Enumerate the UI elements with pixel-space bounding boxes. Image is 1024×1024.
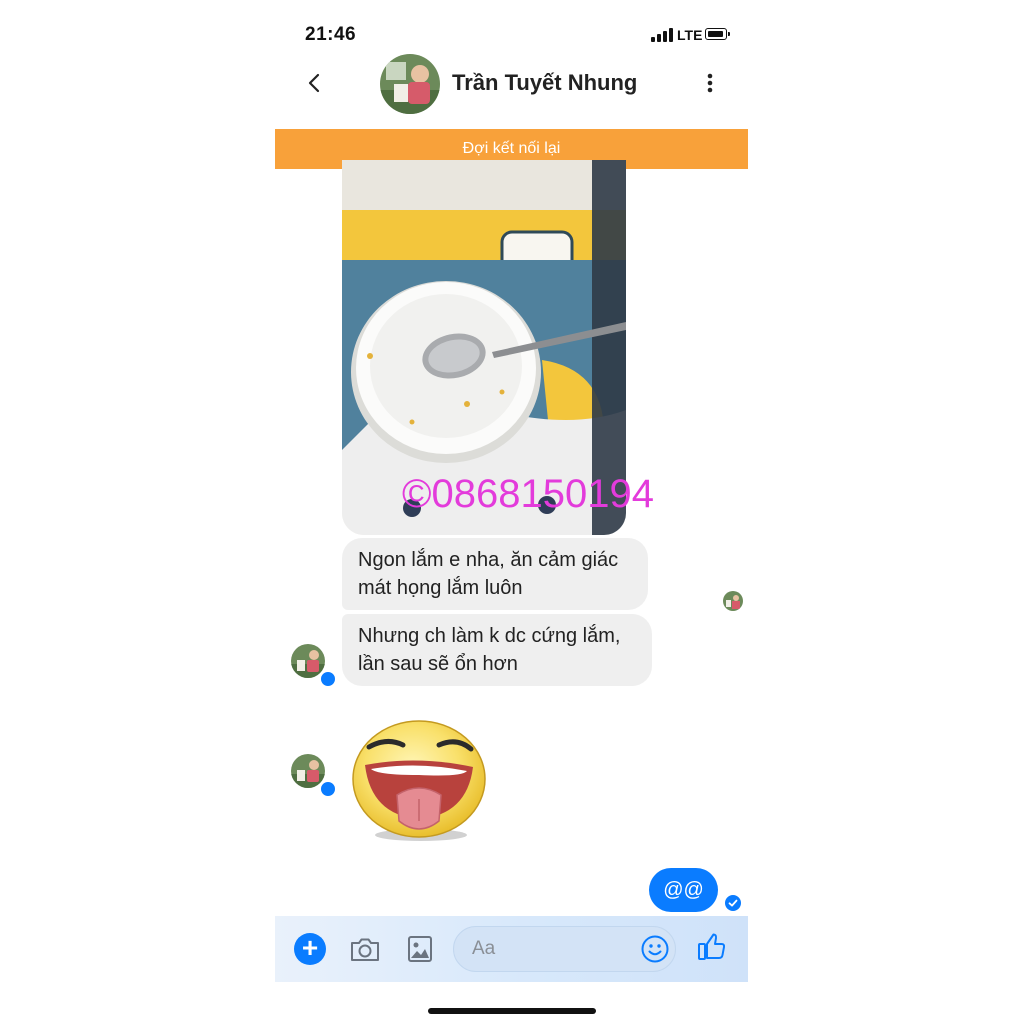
messenger-badge-icon (319, 780, 337, 798)
add-icon[interactable]: + (294, 933, 326, 965)
back-icon[interactable] (300, 68, 330, 98)
messenger-badge-icon (319, 670, 337, 688)
signal-icon (651, 28, 673, 42)
home-indicator[interactable] (428, 1008, 596, 1014)
message-bubble-incoming[interactable]: Nhưng ch làm k dc cứng lắm, lần sau sẽ ổ… (342, 614, 652, 686)
camera-icon[interactable] (349, 934, 381, 964)
seen-avatar (723, 591, 743, 611)
more-options-icon[interactable] (700, 68, 720, 98)
watermark-text: ©0868150194 (402, 472, 654, 516)
contact-avatar[interactable] (380, 54, 440, 114)
message-bubble-outgoing[interactable]: @@ (649, 868, 718, 912)
message-input-placeholder: Aa (472, 938, 496, 959)
message-bubble-incoming[interactable]: Ngon lắm e nha, ăn cảm giác mát họng lắm… (342, 538, 648, 610)
thumbs-up-icon[interactable] (697, 931, 727, 963)
network-type: LTE (677, 27, 703, 43)
contact-name[interactable]: Trần Tuyết Nhung (452, 70, 637, 96)
gallery-icon[interactable] (406, 934, 434, 964)
emoji-icon[interactable] (640, 934, 670, 964)
status-time: 21:46 (305, 24, 357, 45)
battery-icon (705, 28, 730, 40)
delivered-check-icon (725, 895, 741, 911)
tongue-out-sticker[interactable] (347, 715, 489, 845)
